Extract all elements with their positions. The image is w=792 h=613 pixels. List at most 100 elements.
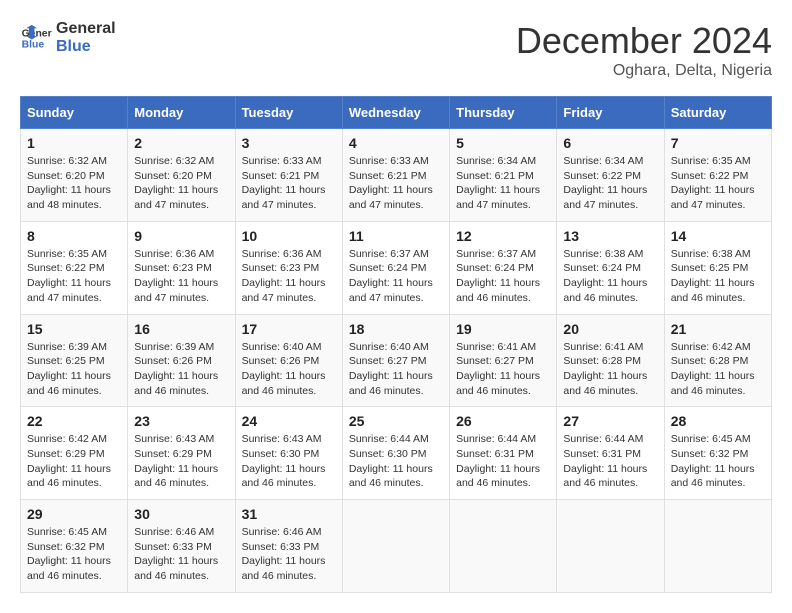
header-saturday: Saturday xyxy=(664,97,771,129)
day-number: 17 xyxy=(242,321,336,337)
day-cell: 30 Sunrise: 6:46 AMSunset: 6:33 PMDaylig… xyxy=(128,500,235,593)
day-cell: 11 Sunrise: 6:37 AMSunset: 6:24 PMDaylig… xyxy=(342,221,449,314)
header-friday: Friday xyxy=(557,97,664,129)
day-cell: 23 Sunrise: 6:43 AMSunset: 6:29 PMDaylig… xyxy=(128,407,235,500)
svg-text:Blue: Blue xyxy=(22,39,45,50)
header-sunday: Sunday xyxy=(21,97,128,129)
day-cell: 9 Sunrise: 6:36 AMSunset: 6:23 PMDayligh… xyxy=(128,221,235,314)
day-number: 24 xyxy=(242,413,336,429)
day-cell: 22 Sunrise: 6:42 AMSunset: 6:29 PMDaylig… xyxy=(21,407,128,500)
day-number: 13 xyxy=(563,228,657,244)
day-info: Sunrise: 6:32 AMSunset: 6:20 PMDaylight:… xyxy=(27,155,111,211)
day-info: Sunrise: 6:37 AMSunset: 6:24 PMDaylight:… xyxy=(349,248,433,304)
day-info: Sunrise: 6:39 AMSunset: 6:26 PMDaylight:… xyxy=(134,341,218,397)
day-cell xyxy=(342,500,449,593)
title-area: December 2024 Oghara, Delta, Nigeria xyxy=(516,20,772,80)
day-number: 8 xyxy=(27,228,121,244)
day-number: 23 xyxy=(134,413,228,429)
day-info: Sunrise: 6:45 AMSunset: 6:32 PMDaylight:… xyxy=(671,433,755,489)
day-number: 31 xyxy=(242,506,336,522)
day-number: 30 xyxy=(134,506,228,522)
day-cell: 8 Sunrise: 6:35 AMSunset: 6:22 PMDayligh… xyxy=(21,221,128,314)
day-cell: 20 Sunrise: 6:41 AMSunset: 6:28 PMDaylig… xyxy=(557,314,664,407)
day-cell: 5 Sunrise: 6:34 AMSunset: 6:21 PMDayligh… xyxy=(450,129,557,222)
day-info: Sunrise: 6:33 AMSunset: 6:21 PMDaylight:… xyxy=(242,155,326,211)
day-number: 7 xyxy=(671,135,765,151)
day-cell xyxy=(557,500,664,593)
day-info: Sunrise: 6:34 AMSunset: 6:21 PMDaylight:… xyxy=(456,155,540,211)
day-cell xyxy=(664,500,771,593)
day-number: 11 xyxy=(349,228,443,244)
day-number: 25 xyxy=(349,413,443,429)
day-info: Sunrise: 6:35 AMSunset: 6:22 PMDaylight:… xyxy=(671,155,755,211)
day-number: 20 xyxy=(563,321,657,337)
day-info: Sunrise: 6:42 AMSunset: 6:29 PMDaylight:… xyxy=(27,433,111,489)
day-info: Sunrise: 6:33 AMSunset: 6:21 PMDaylight:… xyxy=(349,155,433,211)
day-cell xyxy=(450,500,557,593)
day-number: 6 xyxy=(563,135,657,151)
week-row-0: 1 Sunrise: 6:32 AMSunset: 6:20 PMDayligh… xyxy=(21,129,772,222)
day-cell: 31 Sunrise: 6:46 AMSunset: 6:33 PMDaylig… xyxy=(235,500,342,593)
day-number: 16 xyxy=(134,321,228,337)
day-number: 19 xyxy=(456,321,550,337)
week-row-1: 8 Sunrise: 6:35 AMSunset: 6:22 PMDayligh… xyxy=(21,221,772,314)
location: Oghara, Delta, Nigeria xyxy=(516,62,772,80)
day-cell: 28 Sunrise: 6:45 AMSunset: 6:32 PMDaylig… xyxy=(664,407,771,500)
header-thursday: Thursday xyxy=(450,97,557,129)
day-info: Sunrise: 6:43 AMSunset: 6:30 PMDaylight:… xyxy=(242,433,326,489)
day-number: 15 xyxy=(27,321,121,337)
week-row-3: 22 Sunrise: 6:42 AMSunset: 6:29 PMDaylig… xyxy=(21,407,772,500)
logo-blue: Blue xyxy=(56,38,116,56)
day-number: 2 xyxy=(134,135,228,151)
day-cell: 16 Sunrise: 6:39 AMSunset: 6:26 PMDaylig… xyxy=(128,314,235,407)
header-wednesday: Wednesday xyxy=(342,97,449,129)
header-monday: Monday xyxy=(128,97,235,129)
day-info: Sunrise: 6:41 AMSunset: 6:27 PMDaylight:… xyxy=(456,341,540,397)
day-info: Sunrise: 6:36 AMSunset: 6:23 PMDaylight:… xyxy=(242,248,326,304)
day-cell: 21 Sunrise: 6:42 AMSunset: 6:28 PMDaylig… xyxy=(664,314,771,407)
day-cell: 14 Sunrise: 6:38 AMSunset: 6:25 PMDaylig… xyxy=(664,221,771,314)
day-cell: 4 Sunrise: 6:33 AMSunset: 6:21 PMDayligh… xyxy=(342,129,449,222)
day-cell: 19 Sunrise: 6:41 AMSunset: 6:27 PMDaylig… xyxy=(450,314,557,407)
day-info: Sunrise: 6:35 AMSunset: 6:22 PMDaylight:… xyxy=(27,248,111,304)
day-info: Sunrise: 6:32 AMSunset: 6:20 PMDaylight:… xyxy=(134,155,218,211)
day-info: Sunrise: 6:37 AMSunset: 6:24 PMDaylight:… xyxy=(456,248,540,304)
day-info: Sunrise: 6:39 AMSunset: 6:25 PMDaylight:… xyxy=(27,341,111,397)
day-info: Sunrise: 6:34 AMSunset: 6:22 PMDaylight:… xyxy=(563,155,647,211)
logo-general: General xyxy=(56,20,116,38)
day-cell: 26 Sunrise: 6:44 AMSunset: 6:31 PMDaylig… xyxy=(450,407,557,500)
calendar-table: SundayMondayTuesdayWednesdayThursdayFrid… xyxy=(20,96,772,593)
day-cell: 12 Sunrise: 6:37 AMSunset: 6:24 PMDaylig… xyxy=(450,221,557,314)
day-number: 27 xyxy=(563,413,657,429)
day-cell: 7 Sunrise: 6:35 AMSunset: 6:22 PMDayligh… xyxy=(664,129,771,222)
week-row-4: 29 Sunrise: 6:45 AMSunset: 6:32 PMDaylig… xyxy=(21,500,772,593)
day-info: Sunrise: 6:38 AMSunset: 6:24 PMDaylight:… xyxy=(563,248,647,304)
page-header: General Blue General Blue December 2024 … xyxy=(20,20,772,80)
day-info: Sunrise: 6:44 AMSunset: 6:31 PMDaylight:… xyxy=(456,433,540,489)
day-number: 22 xyxy=(27,413,121,429)
day-cell: 1 Sunrise: 6:32 AMSunset: 6:20 PMDayligh… xyxy=(21,129,128,222)
svg-text:General: General xyxy=(22,28,52,39)
week-row-2: 15 Sunrise: 6:39 AMSunset: 6:25 PMDaylig… xyxy=(21,314,772,407)
day-number: 3 xyxy=(242,135,336,151)
day-info: Sunrise: 6:46 AMSunset: 6:33 PMDaylight:… xyxy=(134,526,218,582)
day-cell: 6 Sunrise: 6:34 AMSunset: 6:22 PMDayligh… xyxy=(557,129,664,222)
day-number: 28 xyxy=(671,413,765,429)
day-info: Sunrise: 6:41 AMSunset: 6:28 PMDaylight:… xyxy=(563,341,647,397)
day-cell: 17 Sunrise: 6:40 AMSunset: 6:26 PMDaylig… xyxy=(235,314,342,407)
day-number: 12 xyxy=(456,228,550,244)
day-number: 5 xyxy=(456,135,550,151)
day-info: Sunrise: 6:36 AMSunset: 6:23 PMDaylight:… xyxy=(134,248,218,304)
day-number: 14 xyxy=(671,228,765,244)
day-cell: 2 Sunrise: 6:32 AMSunset: 6:20 PMDayligh… xyxy=(128,129,235,222)
day-info: Sunrise: 6:40 AMSunset: 6:27 PMDaylight:… xyxy=(349,341,433,397)
day-number: 29 xyxy=(27,506,121,522)
day-cell: 13 Sunrise: 6:38 AMSunset: 6:24 PMDaylig… xyxy=(557,221,664,314)
day-cell: 29 Sunrise: 6:45 AMSunset: 6:32 PMDaylig… xyxy=(21,500,128,593)
calendar-header-row: SundayMondayTuesdayWednesdayThursdayFrid… xyxy=(21,97,772,129)
header-tuesday: Tuesday xyxy=(235,97,342,129)
day-cell: 3 Sunrise: 6:33 AMSunset: 6:21 PMDayligh… xyxy=(235,129,342,222)
day-info: Sunrise: 6:42 AMSunset: 6:28 PMDaylight:… xyxy=(671,341,755,397)
day-number: 10 xyxy=(242,228,336,244)
day-cell: 25 Sunrise: 6:44 AMSunset: 6:30 PMDaylig… xyxy=(342,407,449,500)
